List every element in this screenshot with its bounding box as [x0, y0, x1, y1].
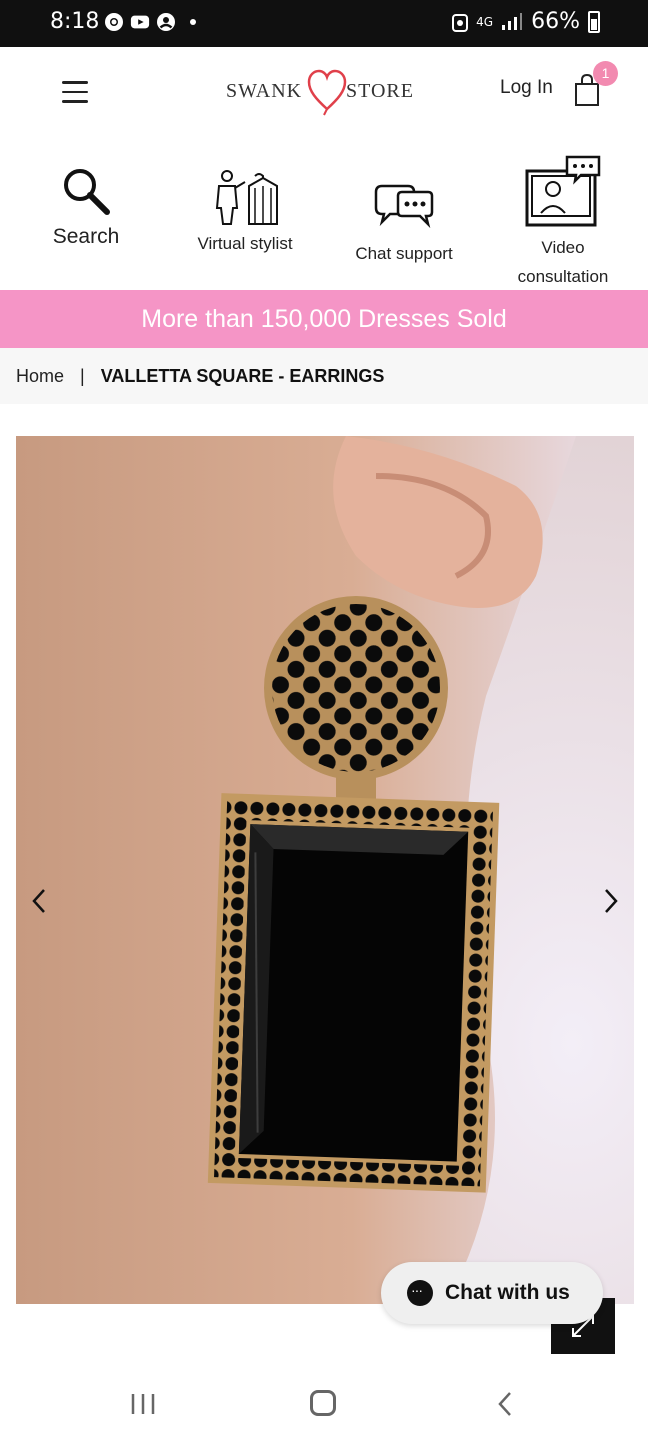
recent-apps-icon[interactable]: [130, 1392, 156, 1416]
quick-action-search[interactable]: Search: [40, 165, 132, 249]
carousel-prev-button[interactable]: [28, 886, 52, 916]
promo-banner: More than 150,000 Dresses Sold: [0, 290, 648, 348]
heart-logo-icon: [307, 69, 347, 116]
quick-action-label: Chat support: [355, 244, 453, 263]
login-link[interactable]: Log In: [500, 77, 553, 99]
account-icon: [157, 13, 175, 31]
youtube-icon: [130, 15, 150, 29]
breadcrumb: Home | VALLETTA SQUARE - EARRINGS: [0, 348, 648, 404]
status-time: 8:18: [50, 9, 100, 34]
quick-action-virtual-stylist[interactable]: Virtual stylist: [185, 170, 305, 254]
product-image-carousel[interactable]: [16, 436, 634, 1304]
quick-action-label-line2: consultation: [517, 267, 609, 286]
battery-percent: 66%: [531, 9, 580, 34]
chat-support-icon: [374, 184, 434, 229]
status-icons-right: 4G 66%: [452, 9, 600, 34]
quick-action-video-consultation[interactable]: Video consultation: [500, 155, 626, 289]
chat-with-us-button[interactable]: Chat with us: [381, 1262, 603, 1324]
cart-count-badge: 1: [593, 61, 618, 86]
search-icon: [64, 169, 110, 215]
product-photo: [16, 436, 634, 1304]
stylist-icon: [215, 170, 278, 225]
data-saver-icon: [452, 13, 469, 32]
breadcrumb-separator: |: [80, 365, 85, 386]
breadcrumb-current: VALLETTA SQUARE - EARRINGS: [100, 365, 385, 386]
video-consultation-icon: [525, 155, 601, 227]
quick-actions-bar: Search Virtual stylist Chat support Vide…: [0, 137, 648, 290]
quick-action-label: Virtual stylist: [197, 234, 293, 253]
chat-with-us-label: Chat with us: [445, 1281, 570, 1304]
logo-text-right: STORE: [346, 80, 414, 102]
network-type: 4G: [476, 14, 494, 29]
chrome-icon: [105, 13, 123, 31]
menu-icon[interactable]: [62, 81, 88, 103]
quick-action-label: Search: [52, 225, 120, 248]
notification-dot: [190, 19, 196, 25]
breadcrumb-home-link[interactable]: Home: [16, 366, 64, 387]
chat-bubble-icon: [407, 1280, 433, 1306]
back-icon[interactable]: [496, 1390, 514, 1418]
signal-icon: [502, 12, 523, 30]
carousel-next-button[interactable]: [598, 886, 622, 916]
status-icons-left: [104, 12, 196, 32]
home-icon[interactable]: [310, 1390, 336, 1416]
site-header: SWANK STORE Log In 1: [0, 47, 648, 137]
quick-action-chat-support[interactable]: Chat support: [340, 182, 468, 264]
system-navigation-bar: [0, 1362, 648, 1440]
logo-text-left: SWANK: [226, 80, 303, 102]
quick-action-label-line1: Video: [541, 238, 585, 257]
status-bar: 8:18 4G 66%: [0, 0, 648, 47]
battery-icon: [588, 10, 600, 33]
swank-store-logo[interactable]: SWANK STORE: [226, 65, 426, 116]
